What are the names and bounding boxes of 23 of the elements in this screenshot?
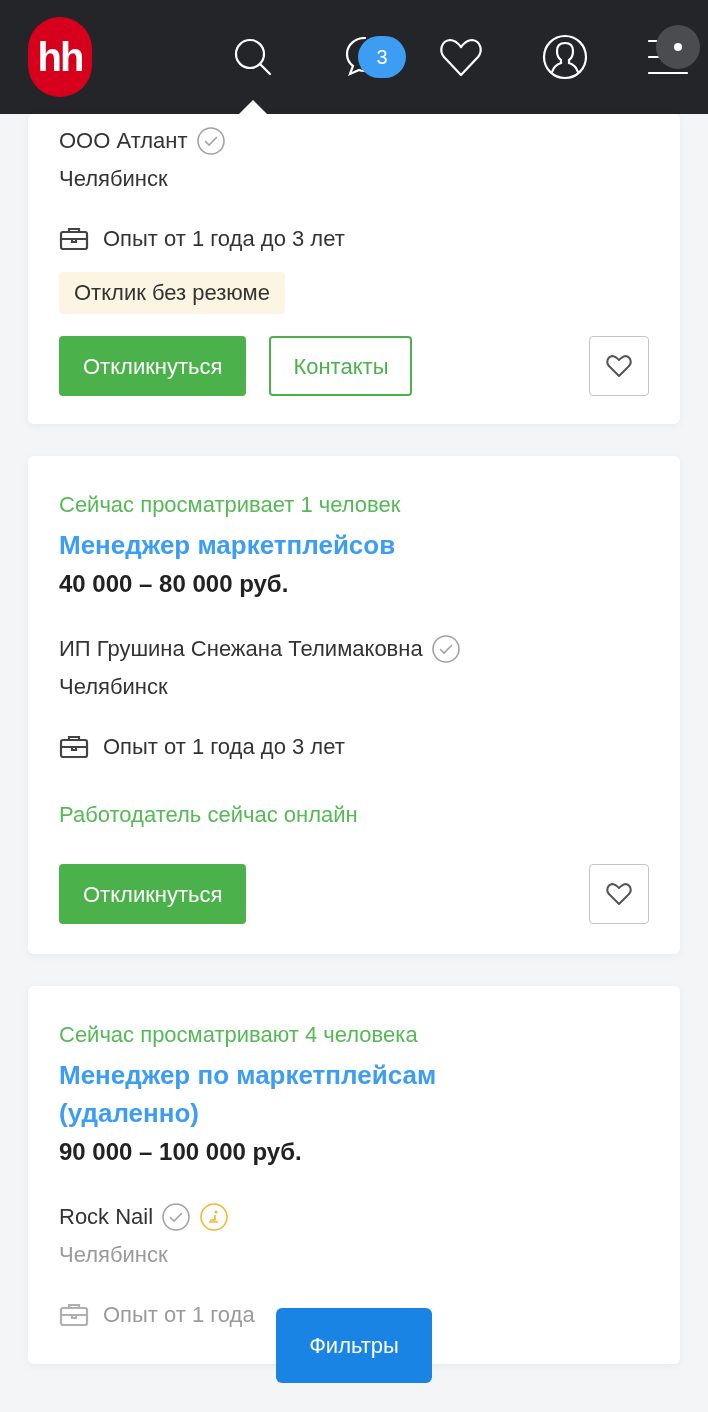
salary: 90 000 – 100 000 руб. [59,1137,303,1167]
experience-text: Опыт от 1 года [103,1301,255,1329]
respond-button[interactable]: Откликнуться [59,864,247,924]
logo[interactable]: hh [28,17,92,97]
no-resume-tag: Отклик без резюме [59,272,285,314]
company-name: Rock Nail [59,1203,154,1231]
salary: 40 000 – 80 000 руб. [59,569,290,599]
city: Челябинск [59,1241,169,1269]
viewers-count: Сейчас просматривают 4 человека [59,1021,419,1049]
company-name: ООО Атлант [59,127,188,155]
viewers-count: Сейчас просматривает 1 человек [59,491,402,519]
city: Челябинск [59,165,169,193]
experience-text: Опыт от 1 года до 3 лет [103,733,345,761]
contacts-button[interactable]: Контакты [269,336,413,396]
vacancy-title-link[interactable]: Менеджер по маркетплейсам (удаленно) [59,1056,529,1132]
employer-online-status: Работодатель сейчас онлайн [59,801,359,829]
city: Челябинск [59,673,169,701]
company-name: ИП Грушина Снежана Телимаковна [59,635,423,663]
filters-button[interactable]: Фильтры [276,1308,432,1383]
experience-text: Опыт от 1 года до 3 лет [103,225,345,253]
unread-count-badge: 3 [358,36,406,78]
respond-button[interactable]: Откликнуться [59,336,247,396]
vacancy-title-link[interactable]: Менеджер маркетплейсов [59,526,529,564]
